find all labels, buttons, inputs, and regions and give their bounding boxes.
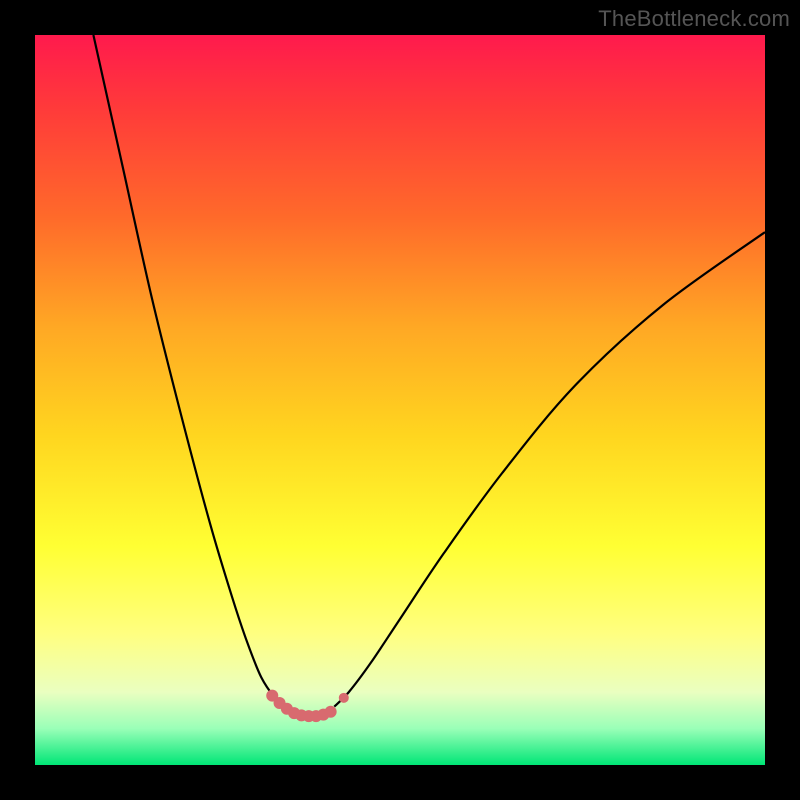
right-curve bbox=[334, 232, 765, 706]
floor-marker bbox=[325, 706, 337, 718]
floor-marker bbox=[339, 693, 349, 703]
left-curve bbox=[93, 35, 286, 710]
chart-plot bbox=[35, 35, 765, 765]
watermark-text: TheBottleneck.com bbox=[598, 6, 790, 32]
chart-frame bbox=[35, 35, 765, 765]
